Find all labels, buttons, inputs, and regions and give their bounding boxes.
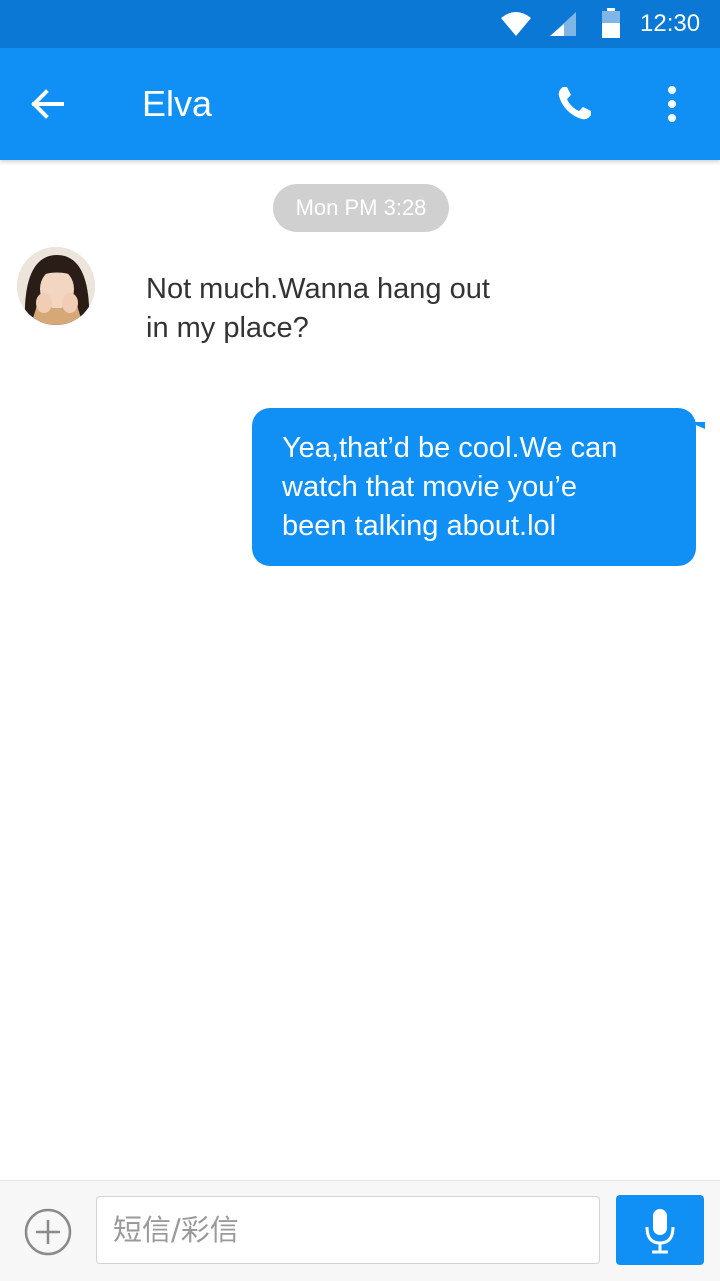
message-line: Not much.Wanna hang out	[146, 273, 490, 305]
app-bar: Elva	[0, 48, 720, 160]
bubble-tail	[689, 422, 705, 429]
more-vert-icon[interactable]	[648, 80, 696, 128]
status-bar: 12:30	[0, 0, 720, 48]
composer-bar	[0, 1180, 720, 1281]
battery-icon	[602, 8, 620, 38]
message-input[interactable]	[113, 1205, 523, 1255]
message-input-field[interactable]	[96, 1196, 680, 1264]
back-arrow-icon[interactable]	[24, 80, 72, 128]
timestamp-pill: Mon PM 3:28	[273, 184, 449, 232]
signal-icon	[550, 12, 576, 36]
message-line: Yea,that’d be cool.We can	[282, 432, 618, 464]
wifi-icon	[501, 12, 531, 36]
outgoing-message-bubble[interactable]: Yea,that’d be cool.We can watch that mov…	[252, 408, 705, 566]
contact-name: Elva	[142, 83, 213, 124]
message-line: watch that movie you’e	[282, 471, 577, 503]
microphone-icon	[645, 1209, 675, 1254]
phone-icon[interactable]	[550, 80, 598, 128]
voice-input-button[interactable]	[616, 1195, 704, 1265]
message-line: been talking about.lol	[282, 510, 557, 542]
incoming-message[interactable]: Not much.Wanna hang out in my place?	[146, 270, 566, 348]
message-line: in my place?	[146, 312, 309, 344]
status-time: 12:30	[640, 10, 701, 37]
add-icon[interactable]	[22, 1206, 74, 1258]
avatar-photo	[17, 247, 95, 325]
avatar[interactable]	[17, 247, 95, 325]
